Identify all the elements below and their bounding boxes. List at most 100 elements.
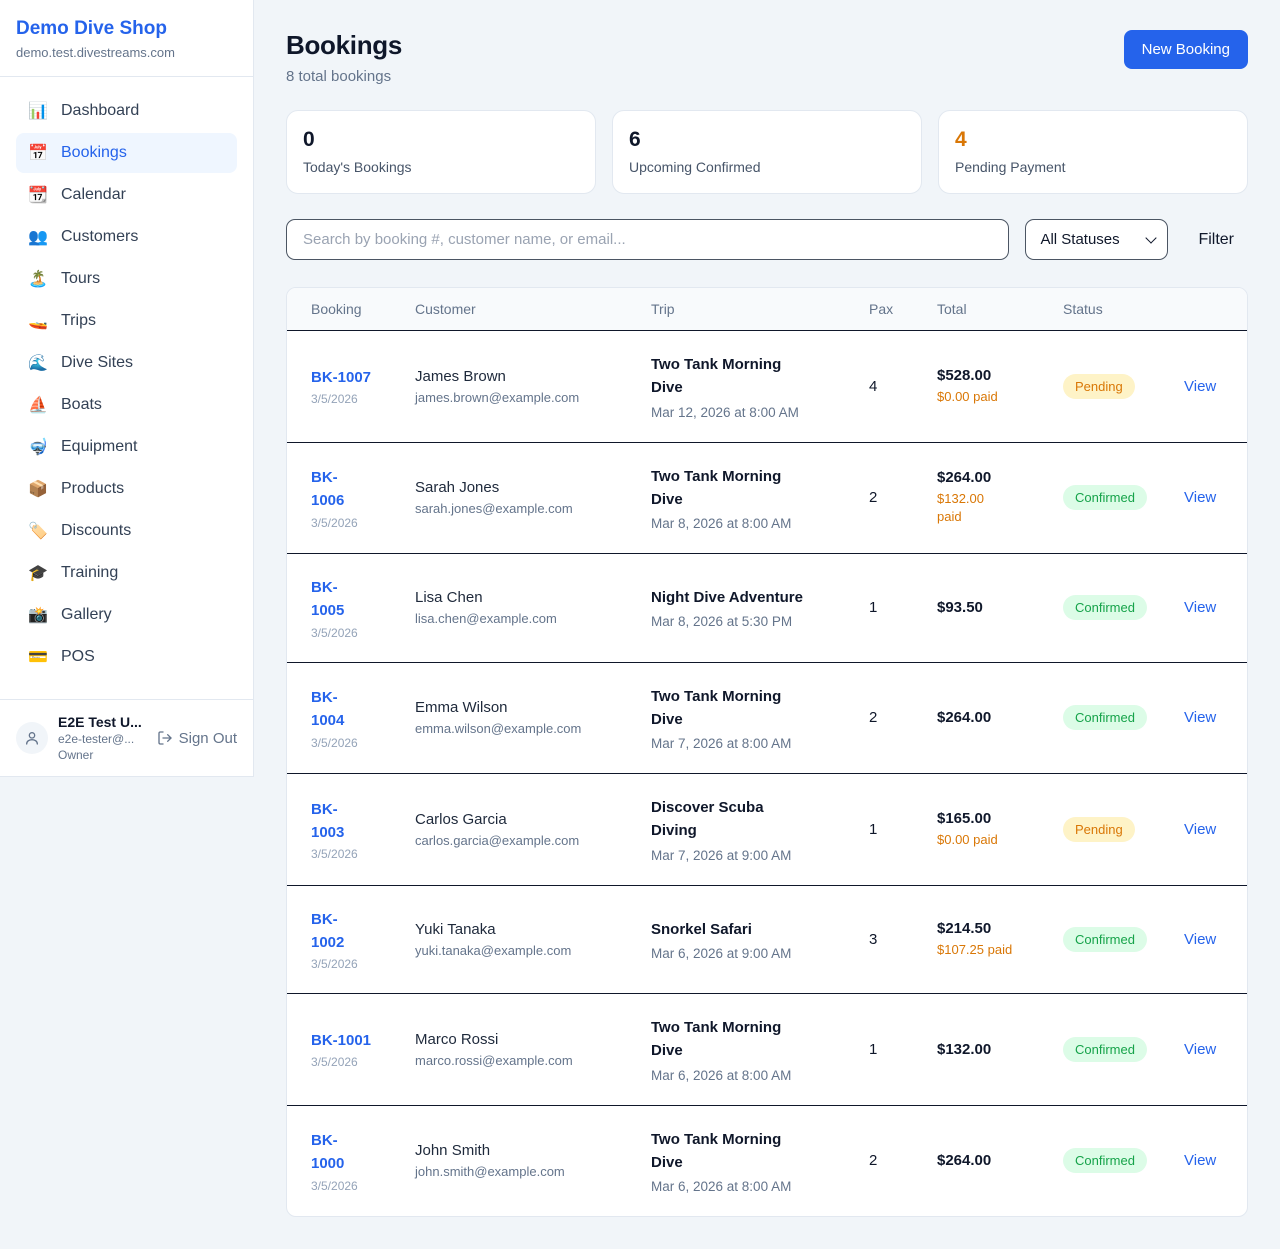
sidebar-item-calendar[interactable]: 📆 Calendar [16, 175, 237, 215]
customer-email: marco.rossi@example.com [415, 1053, 619, 1068]
booking-id-link[interactable]: BK-1003 [311, 798, 353, 845]
booking-id-link[interactable]: BK-1004 [311, 686, 353, 733]
sidebar-nav: 📊 Dashboard 📅 Bookings 📆 Calendar 👥 Cust… [0, 77, 253, 689]
booking-id-link[interactable]: BK-1006 [311, 466, 353, 513]
table-header-row: BookingCustomerTripPaxTotalStatus [287, 288, 1247, 331]
bookings-table: BookingCustomerTripPaxTotalStatus BK-100… [287, 288, 1247, 1216]
sidebar-item-bookings[interactable]: 📅 Bookings [16, 133, 237, 173]
trip-datetime: Mar 6, 2026 at 8:00 AM [651, 1179, 837, 1194]
sidebar-item-training[interactable]: 🎓 Training [16, 553, 237, 593]
pax-count: 2 [869, 489, 877, 506]
status-badge: Confirmed [1063, 927, 1147, 952]
brand: Demo Dive Shop demo.test.divestreams.com [0, 0, 253, 77]
sidebar-item-discounts[interactable]: 🏷️ Discounts [16, 511, 237, 551]
customer-email: carlos.garcia@example.com [415, 833, 619, 848]
trip-name: Two Tank Morning Dive [651, 1016, 803, 1063]
filter-button[interactable]: Filter [1184, 231, 1248, 249]
stat-card: 0 Today's Bookings [286, 110, 596, 194]
trip-datetime: Mar 8, 2026 at 5:30 PM [651, 614, 837, 629]
stat-value: 6 [629, 128, 905, 152]
filter-bar: All Statuses Filter [286, 219, 1248, 260]
view-link[interactable]: View [1184, 378, 1216, 395]
shop-name: Demo Dive Shop [16, 18, 237, 40]
bookings-table-card: BookingCustomerTripPaxTotalStatus BK-100… [286, 287, 1248, 1217]
status-select[interactable]: All Statuses [1025, 219, 1168, 260]
tours-icon: 🏝️ [28, 269, 48, 289]
sidebar-item-boats[interactable]: ⛵ Boats [16, 385, 237, 425]
total-amount: $264.00 [937, 469, 1031, 486]
search-input[interactable] [286, 219, 1009, 260]
view-link[interactable]: View [1184, 931, 1216, 948]
sign-out-button[interactable]: Sign Out [157, 730, 237, 747]
discounts-icon: 🏷️ [28, 521, 48, 541]
customer-name: Yuki Tanaka [415, 921, 619, 938]
sidebar-item-equipment[interactable]: 🤿 Equipment [16, 427, 237, 467]
customer-name: Carlos Garcia [415, 811, 619, 828]
total-amount: $264.00 [937, 709, 1031, 726]
products-icon: 📦 [28, 479, 48, 499]
new-booking-button[interactable]: New Booking [1124, 30, 1248, 69]
paid-amount: $0.00 paid [937, 831, 1031, 849]
sidebar-item-customers[interactable]: 👥 Customers [16, 217, 237, 257]
customer-name: Marco Rossi [415, 1031, 619, 1048]
total-amount: $528.00 [937, 367, 1031, 384]
sidebar-item-dashboard[interactable]: 📊 Dashboard [16, 91, 237, 131]
view-link[interactable]: View [1184, 489, 1216, 506]
customer-email: lisa.chen@example.com [415, 611, 619, 626]
stat-card: 6 Upcoming Confirmed [612, 110, 922, 194]
column-header: Total [921, 288, 1047, 331]
main-content: Bookings 8 total bookings New Booking 0 … [254, 0, 1280, 1249]
table-body: BK-1007 3/5/2026 James Brown james.brown… [287, 331, 1247, 1217]
trip-datetime: Mar 7, 2026 at 8:00 AM [651, 736, 837, 751]
view-link[interactable]: View [1184, 1152, 1216, 1169]
user-icon [24, 730, 40, 746]
dashboard-icon: 📊 [28, 101, 48, 121]
trip-datetime: Mar 12, 2026 at 8:00 AM [651, 405, 837, 420]
booking-date: 3/5/2026 [311, 1179, 383, 1193]
trip-name: Two Tank Morning Dive [651, 685, 803, 732]
booking-date: 3/5/2026 [311, 626, 383, 640]
booking-id-link[interactable]: BK-1000 [311, 1129, 353, 1176]
customers-icon: 👥 [28, 227, 48, 247]
stat-label: Pending Payment [955, 159, 1231, 175]
table-row: BK-1005 3/5/2026 Lisa Chen lisa.chen@exa… [287, 554, 1247, 663]
user-role: Owner [58, 748, 147, 762]
table-row: BK-1002 3/5/2026 Yuki Tanaka yuki.tanaka… [287, 885, 1247, 994]
customer-email: emma.wilson@example.com [415, 721, 619, 736]
table-row: BK-1001 3/5/2026 Marco Rossi marco.rossi… [287, 994, 1247, 1106]
view-link[interactable]: View [1184, 821, 1216, 838]
sidebar-item-pos[interactable]: 💳 POS [16, 637, 237, 677]
stat-value: 4 [955, 128, 1231, 152]
customer-name: Emma Wilson [415, 699, 619, 716]
sidebar-item-dive-sites[interactable]: 🌊 Dive Sites [16, 343, 237, 383]
sidebar-item-gallery[interactable]: 📸 Gallery [16, 595, 237, 635]
view-link[interactable]: View [1184, 599, 1216, 616]
booking-date: 3/5/2026 [311, 392, 383, 406]
stat-label: Today's Bookings [303, 159, 579, 175]
sidebar-item-tours[interactable]: 🏝️ Tours [16, 259, 237, 299]
booking-id-link[interactable]: BK-1001 [311, 1032, 371, 1049]
booking-date: 3/5/2026 [311, 516, 383, 530]
booking-date: 3/5/2026 [311, 847, 383, 861]
booking-id-link[interactable]: BK-1007 [311, 369, 371, 386]
sidebar-item-products[interactable]: 📦 Products [16, 469, 237, 509]
dive-sites-icon: 🌊 [28, 353, 48, 373]
view-link[interactable]: View [1184, 1041, 1216, 1058]
bookings-icon: 📅 [28, 143, 48, 163]
pax-count: 2 [869, 709, 877, 726]
pax-count: 4 [869, 378, 877, 395]
booking-id-link[interactable]: BK-1002 [311, 908, 353, 955]
customer-name: James Brown [415, 368, 619, 385]
trip-datetime: Mar 6, 2026 at 8:00 AM [651, 1068, 837, 1083]
pos-icon: 💳 [28, 647, 48, 667]
page-title: Bookings [286, 30, 402, 61]
booking-id-link[interactable]: BK-1005 [311, 576, 353, 623]
sidebar-item-trips[interactable]: 🚤 Trips [16, 301, 237, 341]
customer-email: john.smith@example.com [415, 1164, 619, 1179]
status-badge: Confirmed [1063, 1037, 1147, 1062]
trip-name: Snorkel Safari [651, 918, 803, 941]
shop-domain: demo.test.divestreams.com [16, 45, 237, 60]
trip-name: Night Dive Adventure [651, 586, 803, 609]
view-link[interactable]: View [1184, 709, 1216, 726]
user-info: E2E Test U... e2e-tester@... Owner [58, 714, 147, 762]
